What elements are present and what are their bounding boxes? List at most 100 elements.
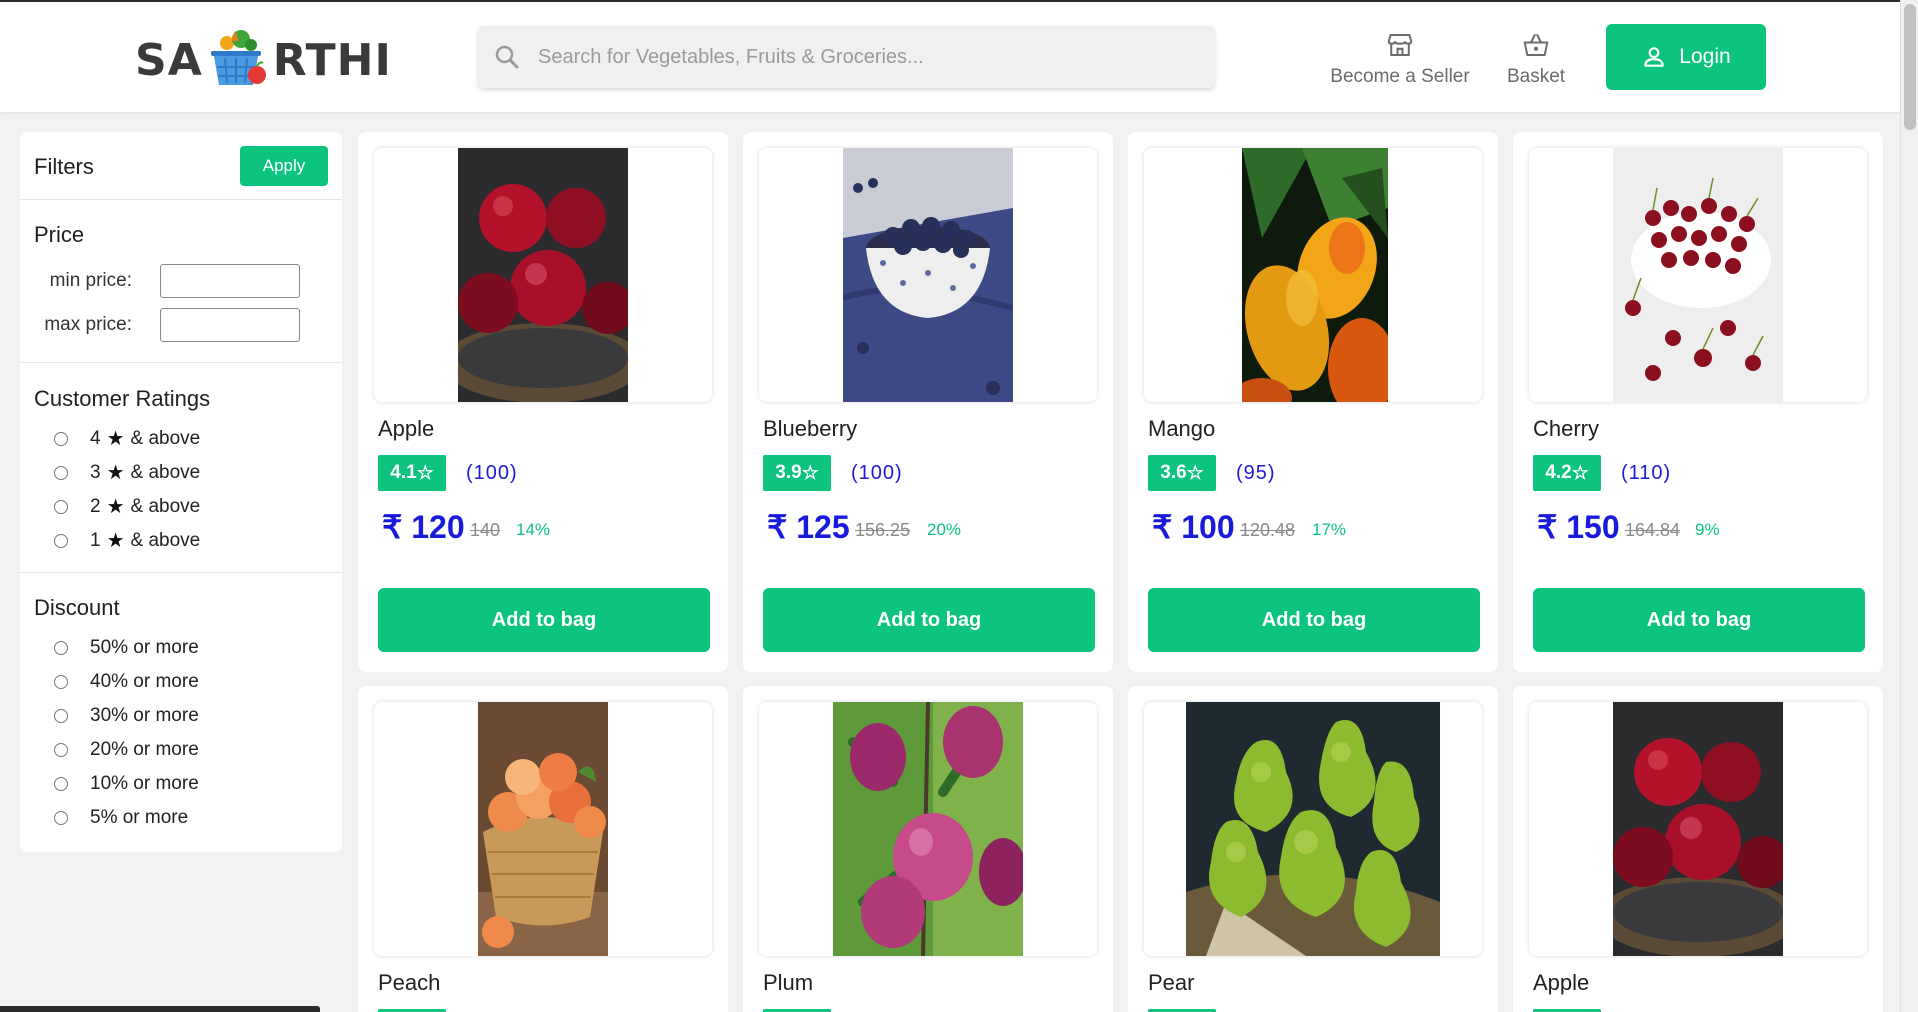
radio-button[interactable]	[54, 709, 68, 723]
radio-button[interactable]	[54, 499, 68, 514]
rating-option[interactable]: 1 ★ & above	[54, 528, 200, 553]
star-icon: ☆	[801, 462, 819, 484]
search-bar[interactable]	[478, 26, 1215, 88]
star-icon: ★	[106, 530, 125, 552]
review-count: (95)	[1236, 462, 1276, 484]
logo[interactable]: SA RTHI	[135, 20, 392, 100]
rating-option[interactable]: 3 ★ & above	[54, 460, 200, 485]
product-card[interactable]: Apple 4.1 ☆ (100) ₹ 120 140 14% Add to ba…	[358, 132, 728, 672]
min-price-input[interactable]	[160, 264, 300, 298]
rating-option[interactable]: 2 ★ & above	[54, 494, 200, 519]
login-label: Login	[1679, 45, 1731, 68]
add-to-bag-button[interactable]: Add to bag	[763, 588, 1095, 652]
discount-option[interactable]: 40% or more	[54, 671, 199, 693]
original-price: 156.25	[855, 520, 911, 540]
product-image-frame[interactable]	[759, 702, 1097, 956]
product-image-frame[interactable]	[1144, 702, 1482, 956]
price: ₹ 100	[1152, 508, 1235, 546]
price-filter: Price min price: max price:	[20, 200, 342, 363]
add-to-bag-button[interactable]: Add to bag	[1148, 588, 1480, 652]
discount-option[interactable]: 30% or more	[54, 705, 199, 727]
product-image-frame[interactable]	[1529, 148, 1867, 402]
cherry-image	[1613, 148, 1783, 402]
header: SA RTHI Become a Sel	[0, 2, 1900, 112]
review-count: (110)	[1621, 462, 1672, 484]
apply-filters-button[interactable]: Apply	[240, 146, 328, 186]
product-name[interactable]: Apple	[378, 416, 434, 442]
max-price-row: max price:	[20, 308, 300, 342]
rating-badge: 4.2 ☆	[1533, 455, 1601, 491]
scrollbar-thumb[interactable]	[1904, 4, 1916, 130]
product-name[interactable]: Plum	[763, 970, 813, 996]
filters-title: Filters	[34, 154, 94, 179]
radio-button[interactable]	[54, 465, 68, 480]
product-image-frame[interactable]	[1144, 148, 1482, 402]
rating-option-label: & above	[130, 461, 201, 483]
discount-option[interactable]: 20% or more	[54, 739, 199, 761]
product-card[interactable]: Blueberry 3.9 ☆ (100) ₹ 125 156.25 20% Ad…	[743, 132, 1113, 672]
radio-button[interactable]	[54, 743, 68, 757]
apple-image	[458, 148, 628, 402]
max-price-input[interactable]	[160, 308, 300, 342]
add-to-bag-button[interactable]: Add to bag	[1533, 588, 1865, 652]
product-name[interactable]: Cherry	[1533, 416, 1599, 442]
discount-option-label: 30% or more	[90, 705, 199, 726]
radio-button[interactable]	[54, 533, 68, 548]
product-name[interactable]: Peach	[378, 970, 440, 996]
product-card[interactable]: Cherry 4.2 ☆ (110) ₹ 150 164.84 9% Add to…	[1513, 132, 1883, 672]
discount-option-label: 10% or more	[90, 773, 199, 794]
product-image-frame[interactable]	[374, 148, 712, 402]
product-image-frame[interactable]	[1529, 702, 1867, 956]
radio-button[interactable]	[54, 675, 68, 689]
add-to-bag-button[interactable]: Add to bag	[378, 588, 710, 652]
search-input[interactable]	[538, 45, 1178, 69]
product-name[interactable]: Pear	[1148, 970, 1194, 996]
product-card[interactable]: Apple	[1513, 686, 1883, 1012]
radio-button[interactable]	[54, 777, 68, 791]
become-seller-link[interactable]: Become a Seller	[1325, 30, 1475, 88]
review-count: (100)	[851, 462, 903, 484]
apple-image	[1613, 702, 1783, 956]
min-price-label: min price:	[49, 270, 132, 291]
blueberry-image	[843, 148, 1013, 402]
price-value: 120	[411, 509, 465, 545]
radio-button[interactable]	[54, 431, 68, 446]
product-image-frame[interactable]	[759, 148, 1097, 402]
page-scrollbar[interactable]	[1900, 0, 1918, 1012]
discount-option[interactable]: 5% or more	[54, 807, 188, 829]
plum-image	[833, 702, 1023, 956]
discount-option[interactable]: 50% or more	[54, 637, 199, 659]
radio-button[interactable]	[54, 811, 68, 825]
rating-badge: 3.9 ☆	[763, 455, 831, 491]
filters-header: Filters Apply	[20, 132, 342, 200]
product-image-frame[interactable]	[374, 702, 712, 956]
product-name[interactable]: Blueberry	[763, 416, 857, 442]
rating-option[interactable]: 4 ★ & above	[54, 426, 200, 451]
product-card[interactable]: Peach	[358, 686, 728, 1012]
product-card[interactable]: Mango 3.6 ☆ (95) ₹ 100 120.48 17% Add to …	[1128, 132, 1498, 672]
star-icon: ★	[106, 428, 125, 450]
user-icon	[1644, 47, 1665, 67]
price-value: 100	[1181, 509, 1235, 545]
rating-option-number: 1	[90, 529, 101, 551]
mango-image	[1242, 148, 1388, 402]
search-icon	[495, 45, 519, 69]
product-card[interactable]: Plum	[743, 686, 1113, 1012]
login-button[interactable]: Login	[1606, 24, 1766, 90]
radio-button[interactable]	[54, 641, 68, 655]
product-name[interactable]: Mango	[1148, 416, 1215, 442]
discount-filter-title: Discount	[34, 595, 120, 620]
price-value: 125	[796, 509, 850, 545]
rating-option-number: 2	[90, 495, 101, 517]
product-name[interactable]: Apple	[1533, 970, 1589, 996]
discount-percent: 20%	[927, 520, 962, 539]
rating-option-number: 3	[90, 461, 101, 483]
basket-link[interactable]: Basket	[1495, 30, 1577, 88]
product-card[interactable]: Pear	[1128, 686, 1498, 1012]
discount-percent: 9%	[1695, 520, 1720, 539]
discount-option[interactable]: 10% or more	[54, 773, 199, 795]
rating-option-label: & above	[130, 495, 201, 517]
price: ₹ 120	[382, 508, 465, 546]
star-icon: ★	[106, 496, 125, 518]
rupee-icon: ₹	[1152, 509, 1173, 545]
